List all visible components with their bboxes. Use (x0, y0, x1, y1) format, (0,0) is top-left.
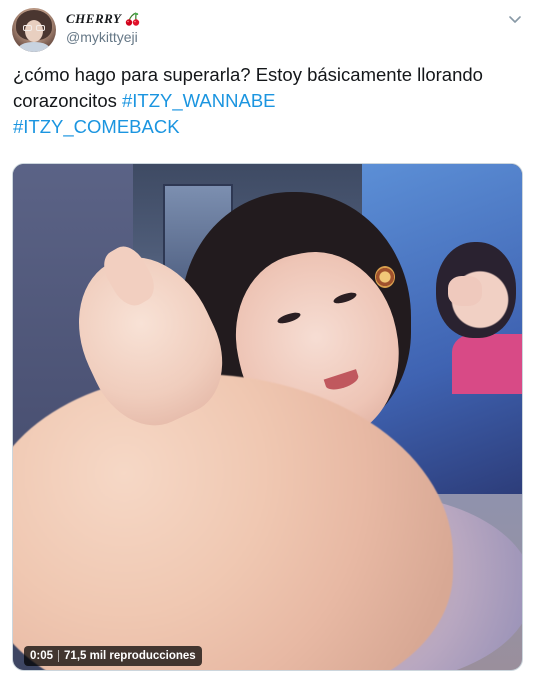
display-name-text: CHERRY (66, 11, 122, 26)
video-timestamp: 0:05 (30, 650, 54, 662)
hashtag-link[interactable]: #ITZY_WANNABE (122, 90, 276, 111)
tweet-text: ¿cómo hago para superarla? Estoy básicam… (13, 62, 523, 140)
username[interactable]: @mykittyeji (66, 29, 138, 45)
badge-divider (58, 650, 60, 662)
video-info-badge: 0:05 71,5 mil reproducciones (24, 646, 202, 666)
hashtag-link[interactable]: #ITZY_COMEBACK (13, 116, 180, 137)
avatar[interactable] (12, 8, 56, 52)
chevron-down-icon[interactable] (508, 12, 522, 23)
video-frame (13, 164, 522, 670)
view-count: 71,5 mil reproducciones (64, 650, 196, 662)
cherry-icon (125, 12, 140, 26)
display-name[interactable]: CHERRY (66, 11, 140, 27)
tweet: CHERRY @mykittyeji ¿cómo hago para super… (0, 0, 536, 683)
video-player[interactable] (12, 163, 523, 671)
